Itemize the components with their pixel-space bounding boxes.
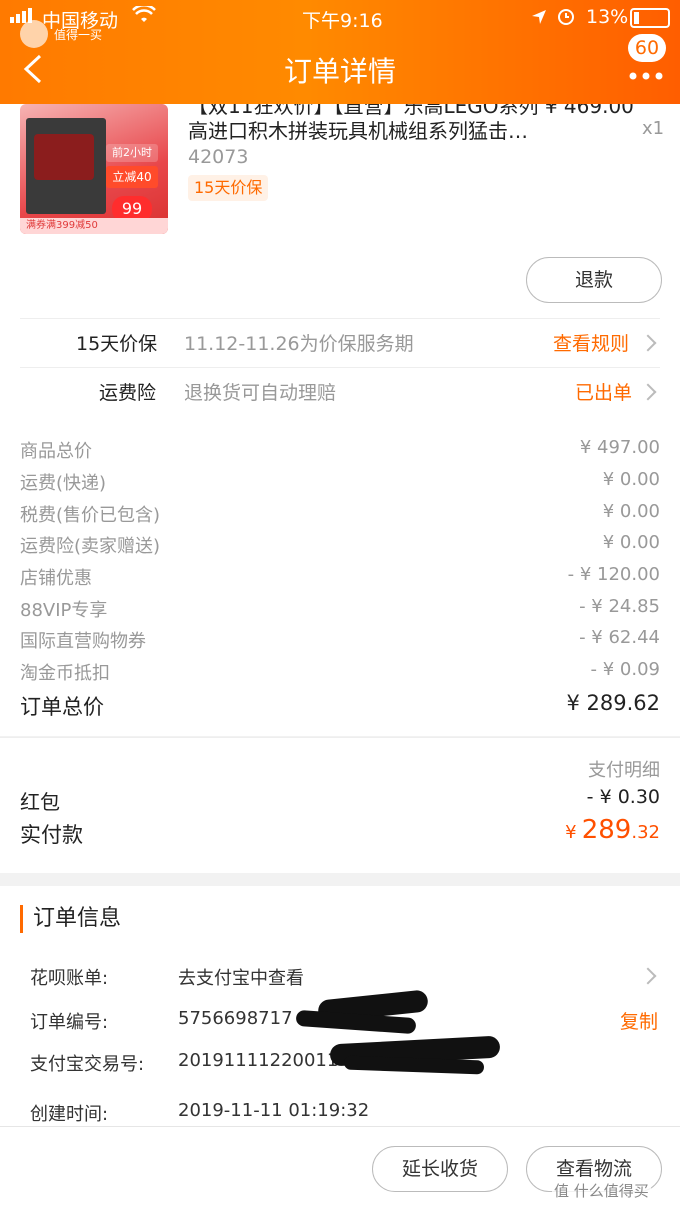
- order-no-label: 订单编号:: [30, 1012, 109, 1033]
- huabei-value[interactable]: 去支付宝中查看: [178, 964, 304, 990]
- fee-value: - ¥ 62.44: [579, 627, 660, 648]
- redpacket-label: 红包: [20, 790, 60, 814]
- section-title-order-info: 订单信息: [20, 905, 121, 933]
- watermark-bottom: 值 什么值得买: [552, 1180, 651, 1201]
- more-icon[interactable]: [628, 66, 664, 85]
- price-protect-tag: 15天价保: [188, 175, 269, 201]
- fee-value: ¥ 497.00: [579, 437, 660, 458]
- fee-label: 店铺优惠: [20, 568, 92, 589]
- fee-label: 运费(快递): [20, 473, 107, 494]
- fee-label: 商品总价: [20, 441, 92, 462]
- clock-label: 下午9:16: [302, 10, 383, 32]
- service-label-price-protect: 15天价保: [76, 333, 158, 355]
- extend-receipt-button[interactable]: 延长收货: [372, 1146, 508, 1192]
- watermark-logo-icon: [20, 20, 48, 48]
- watermark-text: 值得一买: [54, 28, 103, 42]
- product-qty: x1: [642, 118, 665, 139]
- thumb-promo-discount: 立减40: [106, 166, 158, 188]
- created-time-label: 创建时间:: [30, 1104, 109, 1125]
- header-bar: 中国移动 值得一买 下午9:16 13% 订单详情 60: [0, 0, 680, 104]
- thumb-promo-time: 前2小时: [106, 144, 158, 162]
- issued-link[interactable]: 已出单: [575, 378, 632, 405]
- created-time-value: 2019-11-11 01:19:32: [178, 1100, 370, 1121]
- wifi-icon: [132, 3, 156, 28]
- paid-label: 实付款: [20, 823, 83, 847]
- fee-value: ¥ 0.00: [602, 469, 660, 490]
- alarm-icon: [556, 6, 576, 30]
- fee-label: 淘金币抵扣: [20, 663, 110, 684]
- paid-amount: ¥ 289.32: [565, 815, 660, 845]
- fee-value: - ¥ 0.09: [590, 659, 660, 680]
- service-desc-price-protect: 11.12-11.26为价保服务期: [184, 333, 414, 355]
- order-no-value: 5756698717: [178, 1008, 293, 1029]
- alipay-no-value: 20191111220011: [178, 1050, 339, 1071]
- paid-currency: ¥: [565, 822, 577, 843]
- page-title: 订单详情: [283, 55, 396, 88]
- alipay-no-label: 支付宝交易号:: [30, 1054, 145, 1075]
- fee-label: 运费险(卖家赠送): [20, 536, 161, 557]
- battery-icon: [630, 8, 670, 28]
- lego-car-image: [34, 134, 94, 180]
- view-rules-link[interactable]: 查看规则: [553, 329, 629, 356]
- thumb-footer: 满券满399减50: [20, 218, 168, 234]
- paid-dec: .32: [631, 822, 660, 843]
- order-total-label: 订单总价: [20, 695, 104, 719]
- divider: [20, 367, 660, 368]
- divider: [20, 318, 660, 319]
- paid-int: 289: [581, 815, 632, 845]
- fee-label: 税费(售价已包含): [20, 505, 161, 526]
- message-badge[interactable]: 60: [628, 34, 666, 62]
- product-title-line2[interactable]: 高进口积木拼装玩具机械组系列猛击…: [188, 115, 528, 144]
- fee-value: ¥ 0.00: [602, 501, 660, 522]
- location-icon: [530, 8, 548, 30]
- fee-label: 国际直营购物券: [20, 631, 146, 652]
- refund-button[interactable]: 退款: [526, 257, 662, 303]
- redpacket-value: - ¥ 0.30: [586, 786, 660, 808]
- product-thumbnail[interactable]: 前2小时 立减40 99 满券满399减50: [20, 104, 168, 234]
- fee-value: - ¥ 24.85: [579, 596, 660, 617]
- payment-card: [0, 737, 680, 873]
- payment-detail-link[interactable]: 支付明细: [588, 756, 660, 782]
- copy-button[interactable]: 复制: [620, 1007, 658, 1034]
- battery-percent: 13%: [586, 6, 629, 28]
- service-label-freight-insurance: 运费险: [99, 382, 157, 404]
- fee-label: 88VIP专享: [20, 600, 108, 621]
- order-total-value: ¥ 289.62: [566, 691, 660, 715]
- fee-value: ¥ 0.00: [602, 532, 660, 553]
- fee-value: - ¥ 120.00: [567, 564, 660, 585]
- service-desc-freight-insurance: 退换货可自动理赔: [184, 382, 337, 404]
- product-sku: 42073: [188, 146, 249, 168]
- huabei-label: 花呗账单:: [30, 968, 109, 989]
